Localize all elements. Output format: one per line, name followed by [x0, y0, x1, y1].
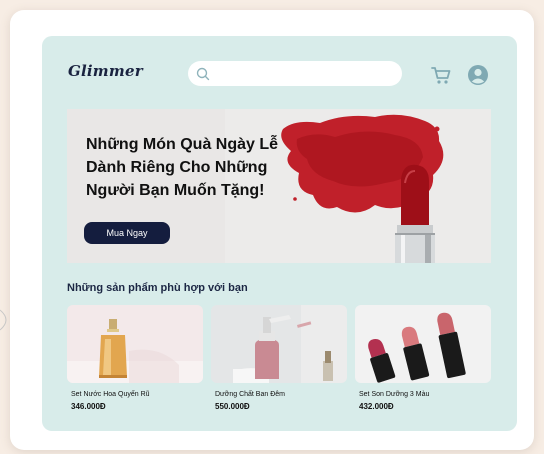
user-icon[interactable] — [467, 64, 489, 86]
buy-now-button[interactable]: Mua Ngay — [84, 222, 170, 244]
app-screen: Glimmer Những Món Quà Ngày Lễ Dành Riêng… — [42, 36, 517, 431]
product-image-serum[interactable] — [211, 305, 347, 383]
product-card[interactable]: Set Nước Hoa Quyến Rũ 346.000Đ — [67, 305, 203, 411]
product-price: 432.000Đ — [359, 402, 394, 411]
product-price: 550.000Đ — [215, 402, 250, 411]
search-bar[interactable] — [188, 61, 402, 86]
product-card[interactable]: Dưỡng Chất Ban Đêm 550.000Đ — [211, 305, 347, 411]
brand-logo[interactable]: Glimmer — [68, 62, 143, 80]
product-name: Set Nước Hoa Quyến Rũ — [71, 391, 150, 398]
product-price: 346.000Đ — [71, 402, 106, 411]
search-input[interactable] — [216, 68, 396, 79]
cart-icon[interactable] — [430, 64, 452, 86]
hero-line-3: Người Bạn Muốn Tặng! — [86, 182, 265, 199]
search-icon — [196, 67, 210, 80]
product-name: Dưỡng Chất Ban Đêm — [215, 391, 285, 398]
hero-headline: Những Món Quà Ngày Lễ Dành Riêng Cho Nhữ… — [86, 133, 356, 202]
product-card[interactable]: Set Son Dưỡng 3 Màu 432.000Đ — [355, 305, 491, 411]
hero-line-1: Những Món Quà Ngày Lễ — [86, 136, 279, 153]
product-image-lipsticks[interactable] — [355, 305, 491, 383]
hero-line-2: Dành Riêng Cho Những — [86, 159, 268, 176]
product-image-perfume[interactable] — [67, 305, 203, 383]
recommend-section-title: Những sản phẩm phù hợp với bạn — [67, 282, 248, 294]
product-name: Set Son Dưỡng 3 Màu — [359, 391, 430, 398]
